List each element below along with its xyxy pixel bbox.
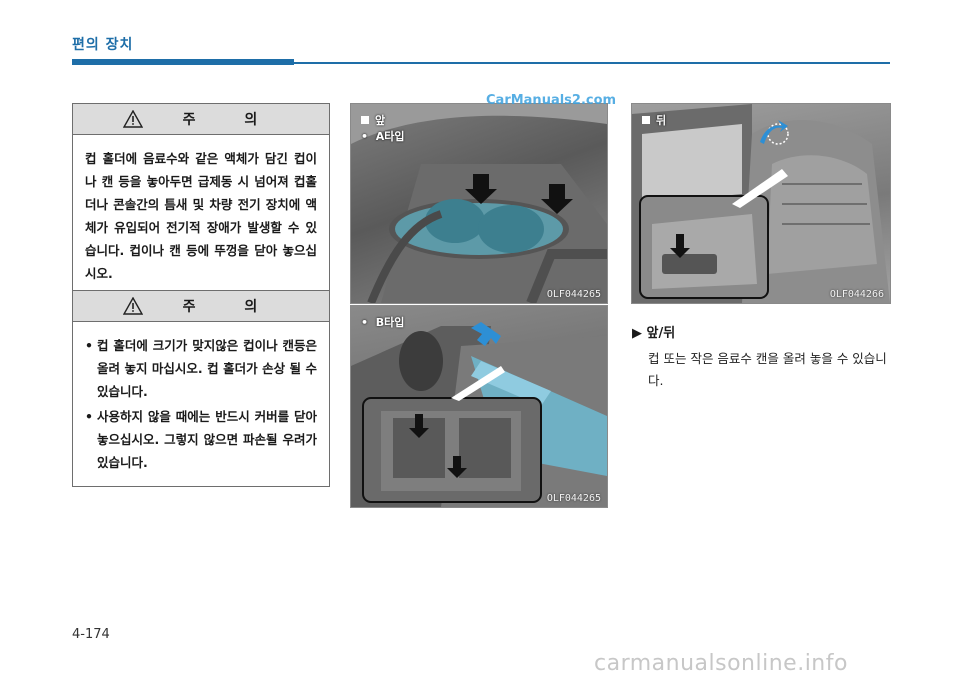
square-bullet-icon: [361, 116, 369, 124]
triangle-right-icon: ▶: [632, 326, 647, 341]
warning-triangle-icon: [122, 297, 143, 315]
image-code: OLF044265: [546, 493, 601, 504]
header-rule-thin: [294, 62, 890, 64]
caution-title: 주 의: [182, 299, 280, 315]
caution-box-2: 주 의 컵 홀더에 크기가 맞지않은 컵이나 캔등은 올려 놓지 마십시오. 컵…: [72, 290, 330, 487]
caution-box-1: 주 의 컵 홀더에 음료수와 같은 액체가 담긴 컵이나 캔 등을 놓아두면 급…: [72, 103, 330, 296]
caution-list-item: 컵 홀더에 크기가 맞지않은 컵이나 캔등은 올려 놓지 마십시오. 컵 홀더가…: [85, 334, 317, 403]
square-bullet-icon: [642, 116, 650, 124]
watermark-carmanuals2: CarManuals2.com: [486, 93, 617, 108]
caution-header: 주 의: [73, 291, 329, 322]
photo-rear-cupholder: 뒤 OLF044266: [631, 103, 891, 304]
caution-list-item: 사용하지 않을 때에는 반드시 커버를 닫아놓으십시오. 그렇지 않으면 파손될…: [85, 405, 317, 474]
cupholder-b-illustration: [351, 322, 607, 507]
caution-title: 주 의: [182, 112, 280, 128]
section-header-title: 편의 장치: [72, 37, 134, 53]
image-code: OLF044266: [829, 289, 884, 300]
section-body: 컵 또는 작은 음료수 캔을 올려 놓을 수 있습니다.: [648, 351, 887, 388]
section-heading: ▶ 앞/뒤: [632, 326, 676, 341]
caution-header: 주 의: [73, 104, 329, 135]
warning-triangle-icon: [122, 110, 143, 128]
watermark-site: carmanualsonline.info: [594, 651, 848, 676]
photo-label-type-b: • B타입: [361, 316, 405, 329]
photo-label-rear: 뒤: [642, 112, 666, 128]
page-number: 4-174: [72, 627, 110, 642]
caution-list: 컵 홀더에 크기가 맞지않은 컵이나 캔등은 올려 놓지 마십시오. 컵 홀더가…: [85, 334, 317, 474]
caution-text: 컵 홀더에 음료수와 같은 액체가 담긴 컵이나 캔 등을 놓아두면 급제동 시…: [85, 151, 317, 281]
rear-seat-illustration: [632, 104, 890, 303]
photo-label-type-a: • A타입: [361, 130, 405, 143]
photo-front-cupholder-b: • B타입 OLF044265: [350, 305, 608, 508]
image-code: OLF044265: [546, 289, 601, 300]
photo-front-cupholder-a: 앞 • A타입 OLF044265: [350, 103, 608, 304]
photo-label-front: 앞: [361, 112, 385, 128]
caution-list-wrap: 컵 홀더에 크기가 맞지않은 컵이나 캔등은 올려 놓지 마십시오. 컵 홀더가…: [73, 322, 329, 486]
header-rule-thick: [72, 59, 294, 65]
